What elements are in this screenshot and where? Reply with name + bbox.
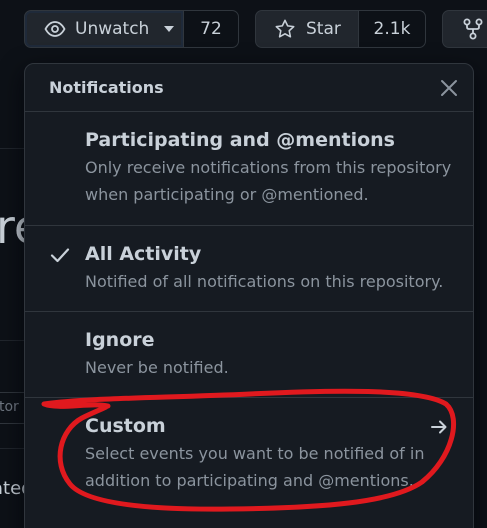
option-description: Notified of all notifications on this re… — [85, 272, 444, 291]
unwatch-label: Unwatch — [75, 19, 150, 39]
fork-button[interactable] — [442, 10, 487, 48]
star-count[interactable]: 2.1k — [358, 10, 426, 48]
repo-action-bar: Unwatch 72 Star 2.1k — [0, 0, 487, 62]
option-description: Only receive notifications from this rep… — [85, 158, 452, 204]
option-title: Ignore — [85, 329, 155, 351]
close-icon[interactable] — [439, 78, 459, 98]
repository-page: Unwatch 72 Star 2.1k re tor ted Notifica… — [0, 0, 487, 528]
option-ignore[interactable]: Ignore Never be notified. — [25, 312, 473, 398]
option-description: Select events you want to be notified of… — [85, 444, 425, 490]
dropdown-header: Notifications — [25, 64, 473, 112]
option-title: Custom — [85, 415, 166, 437]
star-count-value: 2.1k — [373, 19, 411, 39]
star-label: Star — [306, 19, 341, 39]
watch-count[interactable]: 72 — [183, 10, 239, 48]
option-custom[interactable]: Custom Select events you want to be noti… — [25, 398, 473, 528]
option-title: All Activity — [85, 243, 202, 265]
option-description: Never be notified. — [85, 358, 229, 377]
notifications-dropdown: Notifications Participating and @mention… — [24, 63, 474, 528]
option-all-activity[interactable]: All Activity Notified of all notificatio… — [25, 226, 473, 312]
star-icon — [275, 19, 295, 38]
check-icon — [50, 248, 70, 263]
unwatch-button[interactable]: Unwatch — [24, 10, 184, 48]
option-participating[interactable]: Participating and @mentions Only receive… — [25, 112, 473, 226]
arrow-right-icon — [431, 420, 447, 434]
chevron-down-icon — [164, 26, 175, 32]
star-button[interactable]: Star — [255, 10, 359, 48]
fork-icon — [463, 18, 483, 40]
eye-icon — [44, 21, 66, 37]
dropdown-title: Notifications — [49, 78, 164, 97]
background-input-text: tor — [0, 399, 19, 415]
option-title: Participating and @mentions — [85, 129, 395, 151]
watch-count-value: 72 — [200, 19, 222, 39]
